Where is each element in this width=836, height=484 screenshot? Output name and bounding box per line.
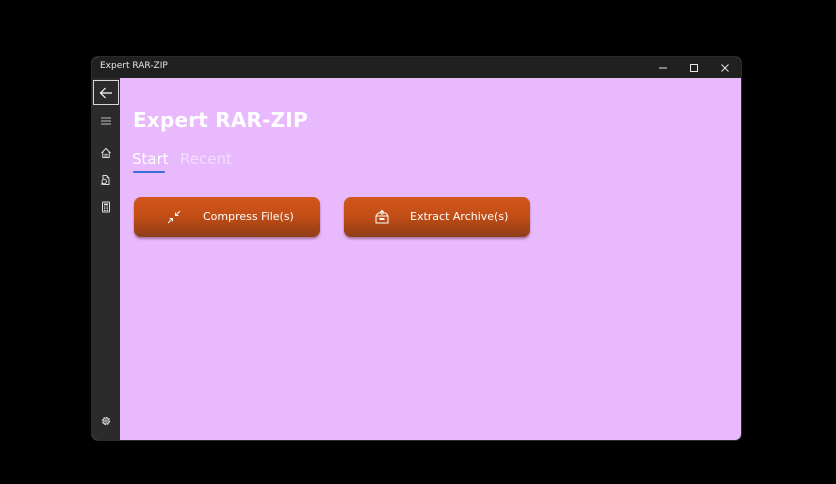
calculator-icon [102,201,110,213]
home-icon [101,147,111,158]
title-bar[interactable]: Expert RAR-ZIP [92,57,741,78]
compress-files-button[interactable]: Compress File(s) [134,197,320,237]
tab-recent[interactable]: Recent [180,150,232,168]
nav-calculator-button[interactable] [92,194,120,220]
file-search-icon [100,175,110,185]
minimize-button[interactable] [647,57,678,78]
settings-button[interactable] [92,408,120,434]
tab-selection-indicator [133,171,165,173]
close-icon [720,63,729,72]
extract-box-icon [375,209,389,224]
main-content: Expert RAR-ZIP Start Recent Compress Fil… [120,78,741,440]
page-title: Expert RAR-ZIP [133,108,308,132]
nav-home-button[interactable] [92,140,120,166]
tab-start[interactable]: Start [132,150,169,168]
app-window: Expert RAR-ZIP Expert RAR-ZIP Start Rece… [92,57,741,440]
back-button[interactable] [93,80,119,105]
back-arrow-icon [99,87,112,98]
gear-icon [101,416,111,426]
maximize-button[interactable] [678,57,709,78]
extract-archives-button[interactable]: Extract Archive(s) [344,197,530,237]
compress-files-label: Compress File(s) [203,210,294,223]
nav-file-search-button[interactable] [92,167,120,193]
minimize-icon [658,67,667,68]
extract-archives-label: Extract Archive(s) [410,210,509,223]
window-title: Expert RAR-ZIP [100,61,168,71]
navigation-sidebar [92,78,120,440]
close-button[interactable] [709,57,740,78]
hamburger-menu-icon [101,117,111,125]
maximize-icon [689,63,698,72]
hamburger-menu-button[interactable] [92,108,120,134]
compress-arrows-icon [167,210,181,224]
